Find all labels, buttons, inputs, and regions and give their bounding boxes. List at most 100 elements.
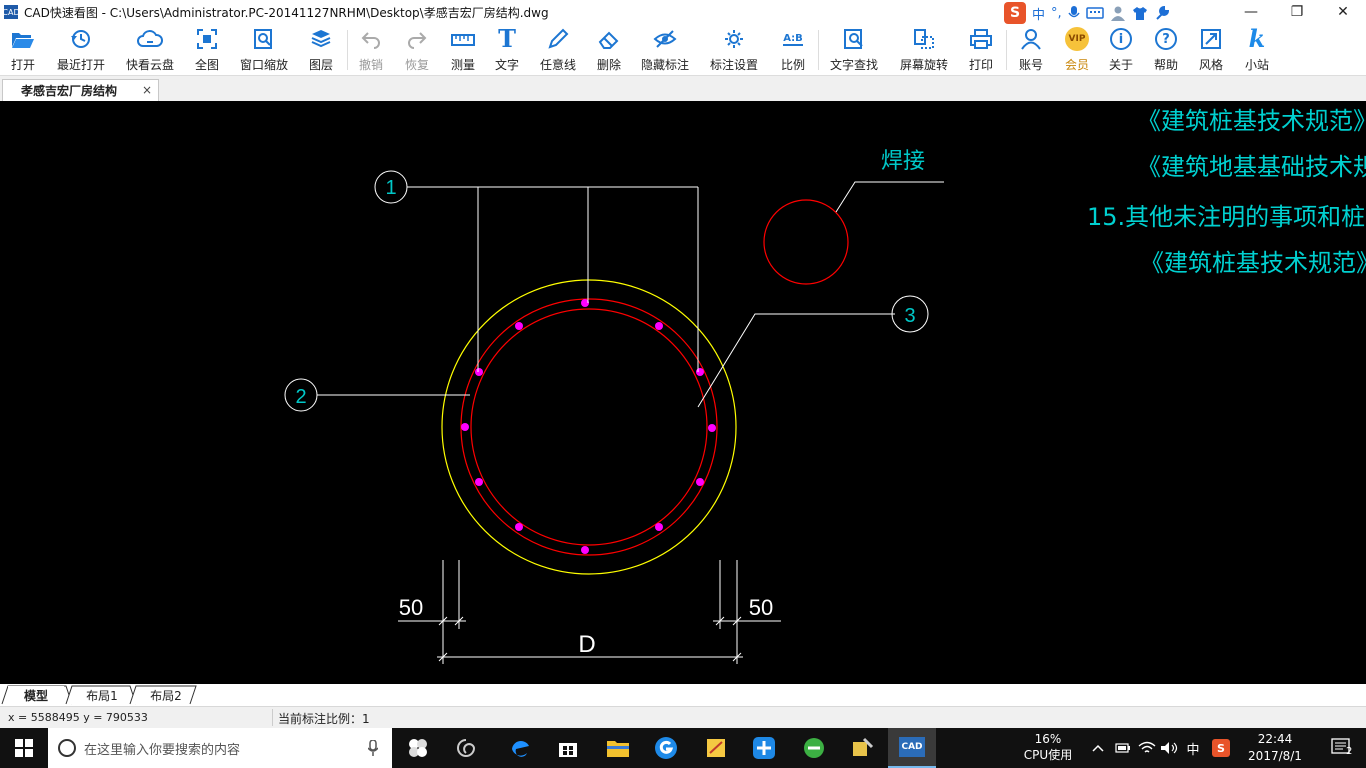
account-label: 账号 [1018, 58, 1043, 72]
search-mic-icon[interactable] [368, 740, 378, 756]
vip-button[interactable]: VIP 会员 [1060, 26, 1094, 74]
recent-button[interactable]: 最近打开 [52, 26, 110, 74]
rebar-dot [475, 368, 483, 376]
wifi-icon [1138, 741, 1156, 753]
drawing-canvas[interactable]: 1 2 3 焊接 50 50 D 《建筑桩基技术规范 《建筑地基基础技术规 15… [0, 101, 1366, 684]
clock-time: 22:44 [1257, 732, 1293, 746]
callout-3-text: 3 [904, 305, 915, 327]
notes-app-button[interactable] [692, 728, 740, 768]
layout-tab-1[interactable]: 布局1 [74, 686, 130, 704]
layers-icon [311, 30, 331, 48]
measure-label: 测量 [450, 58, 475, 72]
toolbar-separator [818, 30, 819, 70]
tools-app-button[interactable] [838, 728, 886, 768]
sogou-tray-icon: S [1212, 739, 1230, 757]
cad-drawing: 1 2 3 焊接 50 50 D 《建筑桩基技术规范 《建筑地基基础技术规 15… [284, 107, 1366, 664]
site-button[interactable]: k 小站 [1240, 26, 1274, 74]
cloud-button[interactable]: 快看云盘 [122, 26, 178, 74]
rebar-dot [655, 322, 663, 330]
full-view-button[interactable]: 全图 [190, 26, 224, 74]
account-button[interactable]: 账号 [1014, 26, 1048, 74]
rebar-dot [461, 423, 469, 431]
dim-right-label: 50 [749, 595, 773, 620]
browser-g-button[interactable] [642, 728, 690, 768]
mic-icon[interactable] [1068, 5, 1080, 21]
notification-count: 2 [1346, 746, 1353, 757]
cursor-coordinates: x = 5588495 y = 790533 [8, 711, 148, 724]
text-tool-icon: T [498, 24, 516, 53]
callout-2-text: 2 [295, 386, 306, 408]
ie-green-button[interactable] [790, 728, 838, 768]
start-button[interactable] [0, 728, 48, 768]
document-tab[interactable]: 孝感吉宏厂房结构 × [2, 79, 159, 101]
tray-sogou-button[interactable]: S [1208, 728, 1234, 768]
layers-button[interactable]: 图层 [304, 26, 338, 74]
annotation-settings-button[interactable]: 标注设置 [706, 26, 762, 74]
screen-rotate-button[interactable]: 屏幕旋转 [896, 26, 952, 74]
rebar-dot [708, 424, 716, 432]
hide-annotation-button[interactable]: 隐藏标注 [638, 26, 692, 74]
measure-button[interactable]: 测量 [446, 26, 480, 74]
style-button[interactable]: 风格 [1194, 26, 1228, 74]
taskbar-search-box[interactable]: 在这里输入你要搜索的内容 [48, 728, 392, 768]
restore-button[interactable]: ❐ [1274, 0, 1320, 24]
status-divider [272, 709, 273, 726]
open-button[interactable]: 打开 [4, 26, 42, 74]
sogou-ime-icon[interactable]: S [1004, 2, 1026, 24]
rebar-dots [461, 299, 716, 554]
rebar-dot [696, 368, 704, 376]
volume-icon [1161, 742, 1178, 754]
edge-button[interactable] [496, 728, 544, 768]
task-view-button[interactable] [394, 728, 442, 768]
battery-icon [1115, 743, 1130, 753]
redo-icon [408, 32, 427, 49]
tray-network-button[interactable] [1136, 728, 1158, 768]
help-button[interactable]: ? 帮助 [1149, 26, 1183, 74]
action-center-button[interactable]: 2 [1318, 728, 1366, 768]
print-button[interactable]: 打印 [964, 26, 998, 74]
tray-device-button[interactable] [1112, 728, 1134, 768]
cpu-meter[interactable]: 16% CPU使用 [1015, 731, 1081, 763]
layout-tab-2[interactable]: 布局2 [138, 686, 194, 704]
cad-app-button[interactable]: CAD [888, 728, 936, 768]
clock-date: 2017/8/1 [1248, 749, 1302, 763]
ime-punct[interactable]: °, [1051, 6, 1062, 21]
close-tab-icon[interactable]: × [142, 83, 152, 97]
taskbar-clock[interactable]: 22:44 2017/8/1 [1240, 731, 1310, 765]
title-bar: CAD CAD快速看图 - C:\Users\Administrator.PC-… [0, 0, 1366, 24]
text-button[interactable]: T 文字 [490, 26, 524, 74]
minimize-button[interactable]: — [1228, 0, 1274, 24]
swirl-app-button[interactable] [442, 728, 490, 768]
shirt-icon[interactable] [1132, 5, 1148, 21]
undo-button[interactable]: 撤销 [354, 26, 388, 74]
freeline-button[interactable]: 任意线 [538, 26, 578, 74]
expand-style-icon [1201, 29, 1221, 49]
open-label: 打开 [10, 58, 35, 72]
layout-tab-model[interactable]: 模型 [8, 686, 64, 704]
tray-ime-lang[interactable]: 中 [1182, 728, 1204, 768]
scale-button[interactable]: A:B 比例 [776, 26, 810, 74]
style-label: 风格 [1198, 58, 1223, 72]
plus-app-button[interactable] [740, 728, 788, 768]
about-button[interactable]: i 关于 [1104, 26, 1138, 74]
tray-volume-button[interactable] [1158, 728, 1180, 768]
text-search-button[interactable]: 文字查找 [826, 26, 882, 74]
ime-mode[interactable]: 中 [1032, 4, 1045, 23]
erase-label: 删除 [596, 58, 621, 72]
weld-detail-circle [763, 199, 849, 285]
window-zoom-button[interactable]: 窗口缩放 [236, 26, 292, 74]
eye-hidden-icon [653, 30, 677, 48]
close-button[interactable]: ✕ [1320, 0, 1366, 24]
note-line: 《建筑桩基技术规范》(JGJ [1140, 249, 1366, 277]
redo-button[interactable]: 恢复 [400, 26, 434, 74]
tray-expand-button[interactable] [1088, 728, 1108, 768]
keyboard-icon[interactable] [1085, 6, 1104, 20]
ime-toolbar[interactable]: S 中 °, [1000, 2, 1185, 24]
erase-button[interactable]: 删除 [592, 26, 626, 74]
text-search-icon [844, 29, 863, 49]
user-icon[interactable] [1110, 5, 1126, 21]
help-icon: ? [1155, 28, 1177, 50]
wrench-icon[interactable] [1154, 5, 1170, 21]
store-button[interactable] [544, 728, 592, 768]
file-explorer-button[interactable] [594, 728, 642, 768]
